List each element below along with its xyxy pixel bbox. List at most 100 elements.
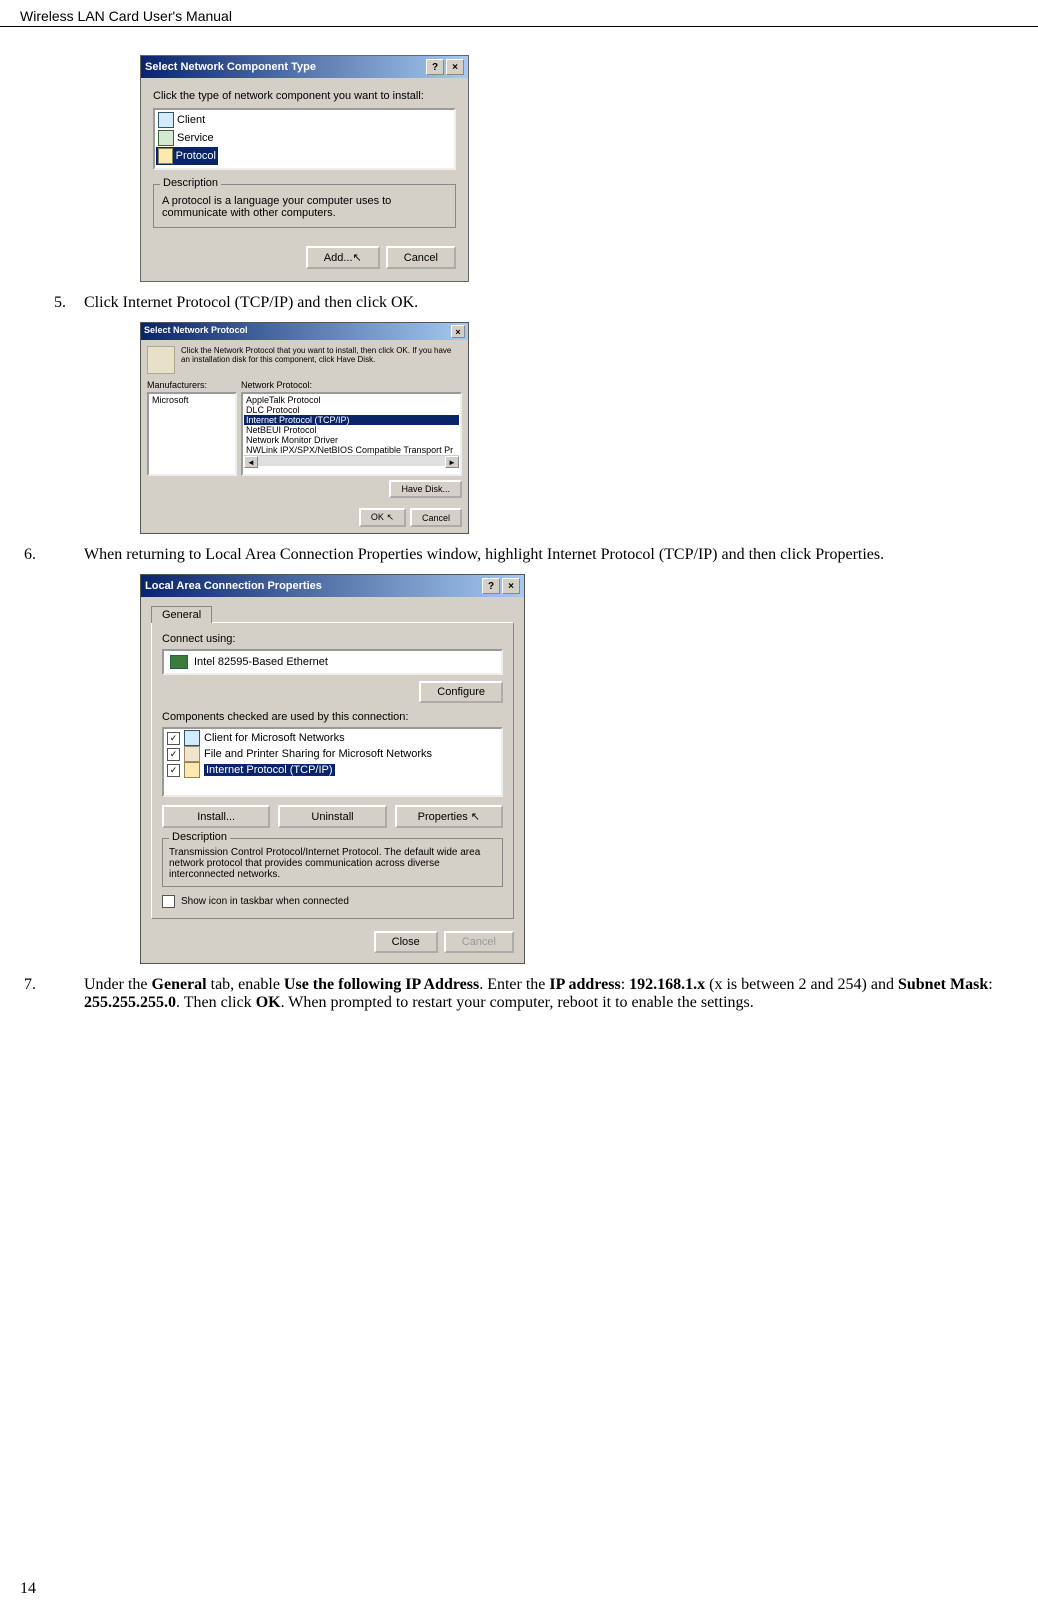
connect-using-label: Connect using: <box>162 633 503 645</box>
checkbox-icon[interactable]: ✓ <box>167 748 180 761</box>
list-item-client[interactable]: Client <box>156 111 453 129</box>
dialog2-top: Click the Network Protocol that you want… <box>147 346 462 374</box>
dialog1-prompt: Click the type of network component you … <box>153 90 456 102</box>
description-text: Transmission Control Protocol/Internet P… <box>169 847 496 880</box>
have-disk-button[interactable]: Have Disk... <box>389 480 462 498</box>
component-label: Internet Protocol (TCP/IP) <box>204 764 335 776</box>
components-list[interactable]: ✓ Client for Microsoft Networks ✓ File a… <box>162 727 503 797</box>
scroll-left-icon[interactable]: ◄ <box>244 456 258 468</box>
manual-title: Wireless LAN Card User's Manual <box>20 8 232 24</box>
list-item[interactable]: ✓ Client for Microsoft Networks <box>165 730 500 746</box>
cancel-button[interactable]: Cancel <box>386 246 456 269</box>
step-5-text: Click Internet Protocol (TCP/IP) and the… <box>84 294 418 311</box>
help-button[interactable]: ? <box>426 59 444 75</box>
list-item[interactable]: NWLink IPX/SPX/NetBIOS Compatible Transp… <box>244 445 459 455</box>
list-item-protocol[interactable]: Protocol <box>156 147 218 165</box>
dialog3-body: General Connect using: Intel 82595-Based… <box>141 597 524 963</box>
scroll-track[interactable] <box>258 456 445 466</box>
components-label: Components checked are used by this conn… <box>162 711 503 723</box>
checkbox-icon[interactable]: ✓ <box>167 732 180 745</box>
add-button[interactable]: Add...↖ <box>306 246 380 269</box>
dialog1-title: Select Network Component Type <box>145 61 316 73</box>
description-legend: Description <box>169 831 230 843</box>
step-6-text: 6.When returning to Local Area Connectio… <box>84 546 1008 564</box>
checkbox-icon[interactable]: ✓ <box>167 764 180 777</box>
component-label: Client for Microsoft Networks <box>204 732 345 744</box>
show-icon-row: Show icon in taskbar when connected <box>162 895 503 908</box>
close-button[interactable]: Close <box>374 931 438 953</box>
select-network-protocol-dialog: Select Network Protocol × Click the Netw… <box>140 322 469 534</box>
horizontal-scrollbar[interactable]: ◄ ► <box>244 455 459 468</box>
list-item-selected[interactable]: Internet Protocol (TCP/IP) <box>244 415 459 425</box>
dialog1-titlebar: Select Network Component Type ? × <box>141 56 468 78</box>
list-item[interactable]: Microsoft <box>150 395 234 405</box>
cursor-icon: ↖ <box>353 252 362 264</box>
close-button[interactable]: × <box>446 59 464 75</box>
close-button[interactable]: × <box>502 578 520 594</box>
description-legend: Description <box>160 177 221 189</box>
manufacturers-column: Manufacturers: Microsoft <box>147 380 237 476</box>
checkbox-icon[interactable] <box>162 895 175 908</box>
dialog2-titlebar: Select Network Protocol × <box>141 323 468 340</box>
component-button-row: Install... Uninstall Properties ↖ <box>162 805 503 828</box>
install-button[interactable]: Install... <box>162 805 270 828</box>
manufacturers-list[interactable]: Microsoft <box>147 392 237 476</box>
help-button[interactable]: ? <box>482 578 500 594</box>
client-icon <box>184 730 200 746</box>
file-sharing-icon <box>184 746 200 762</box>
dialog1-wrap: Select Network Component Type ? × Click … <box>140 55 1008 282</box>
service-icon <box>158 130 174 146</box>
close-button[interactable]: × <box>451 325 465 338</box>
client-label: Client <box>177 114 205 126</box>
local-area-connection-properties-dialog: Local Area Connection Properties ? × Gen… <box>140 574 525 964</box>
component-type-listbox[interactable]: Client Service Protocol <box>153 108 456 170</box>
scroll-right-icon[interactable]: ► <box>445 456 459 468</box>
dialog2-title: Select Network Protocol <box>144 325 248 338</box>
list-item[interactable]: AppleTalk Protocol <box>244 395 459 405</box>
protocol-icon <box>184 762 200 778</box>
ok-button[interactable]: OK ↖ <box>359 508 406 527</box>
page-number: 14 <box>20 1580 36 1598</box>
list-item[interactable]: NetBEUI Protocol <box>244 425 459 435</box>
step-7: 7.Under the General tab, enable Use the … <box>30 976 1008 1012</box>
configure-row: Configure <box>162 681 503 703</box>
dialog3-wrap: Local Area Connection Properties ? × Gen… <box>140 574 1008 964</box>
dialog2-wrap: Select Network Protocol × Click the Netw… <box>140 322 1008 534</box>
protocol-label: Protocol <box>176 150 216 162</box>
step-6: 6.When returning to Local Area Connectio… <box>30 546 1008 564</box>
dialog1-titlebar-buttons: ? × <box>426 59 464 75</box>
dialog3-button-row: Close Cancel <box>151 931 514 953</box>
show-icon-label: Show icon in taskbar when connected <box>181 896 349 907</box>
protocols-list[interactable]: AppleTalk Protocol DLC Protocol Internet… <box>241 392 462 476</box>
nic-icon <box>170 655 188 669</box>
list-item[interactable]: ✓ File and Printer Sharing for Microsoft… <box>165 746 500 762</box>
list-item-selected[interactable]: ✓ Internet Protocol (TCP/IP) <box>165 762 500 778</box>
cancel-button[interactable]: Cancel <box>444 931 514 953</box>
protocols-column: Network Protocol: AppleTalk Protocol DLC… <box>241 380 462 476</box>
description-text: A protocol is a language your computer u… <box>162 195 447 219</box>
adapter-name: Intel 82595-Based Ethernet <box>194 656 328 668</box>
step-7-number: 7. <box>54 976 84 994</box>
configure-button[interactable]: Configure <box>419 681 503 703</box>
protocols-label: Network Protocol: <box>241 380 462 390</box>
description-groupbox: Description A protocol is a language you… <box>153 184 456 228</box>
description-groupbox: Description Transmission Control Protoco… <box>162 838 503 887</box>
service-label: Service <box>177 132 214 144</box>
list-item-service[interactable]: Service <box>156 129 453 147</box>
protocol-icon <box>158 148 173 164</box>
tab-general[interactable]: General <box>151 606 212 623</box>
list-item[interactable]: Network Monitor Driver <box>244 435 459 445</box>
have-disk-row: Have Disk... <box>147 480 462 498</box>
properties-button[interactable]: Properties ↖ <box>395 805 503 828</box>
page-content: Select Network Component Type ? × Click … <box>0 27 1038 1042</box>
component-label: File and Printer Sharing for Microsoft N… <box>204 748 432 760</box>
dialog2-body: Click the Network Protocol that you want… <box>141 340 468 533</box>
dialog2-columns: Manufacturers: Microsoft Network Protoco… <box>147 380 462 476</box>
dialog1-body: Click the type of network component you … <box>141 78 468 281</box>
cancel-button[interactable]: Cancel <box>410 508 462 527</box>
select-network-component-dialog: Select Network Component Type ? × Click … <box>140 55 469 282</box>
list-item[interactable]: DLC Protocol <box>244 405 459 415</box>
dialog3-titlebar: Local Area Connection Properties ? × <box>141 575 524 597</box>
manufacturers-label: Manufacturers: <box>147 380 237 390</box>
uninstall-button[interactable]: Uninstall <box>278 805 386 828</box>
